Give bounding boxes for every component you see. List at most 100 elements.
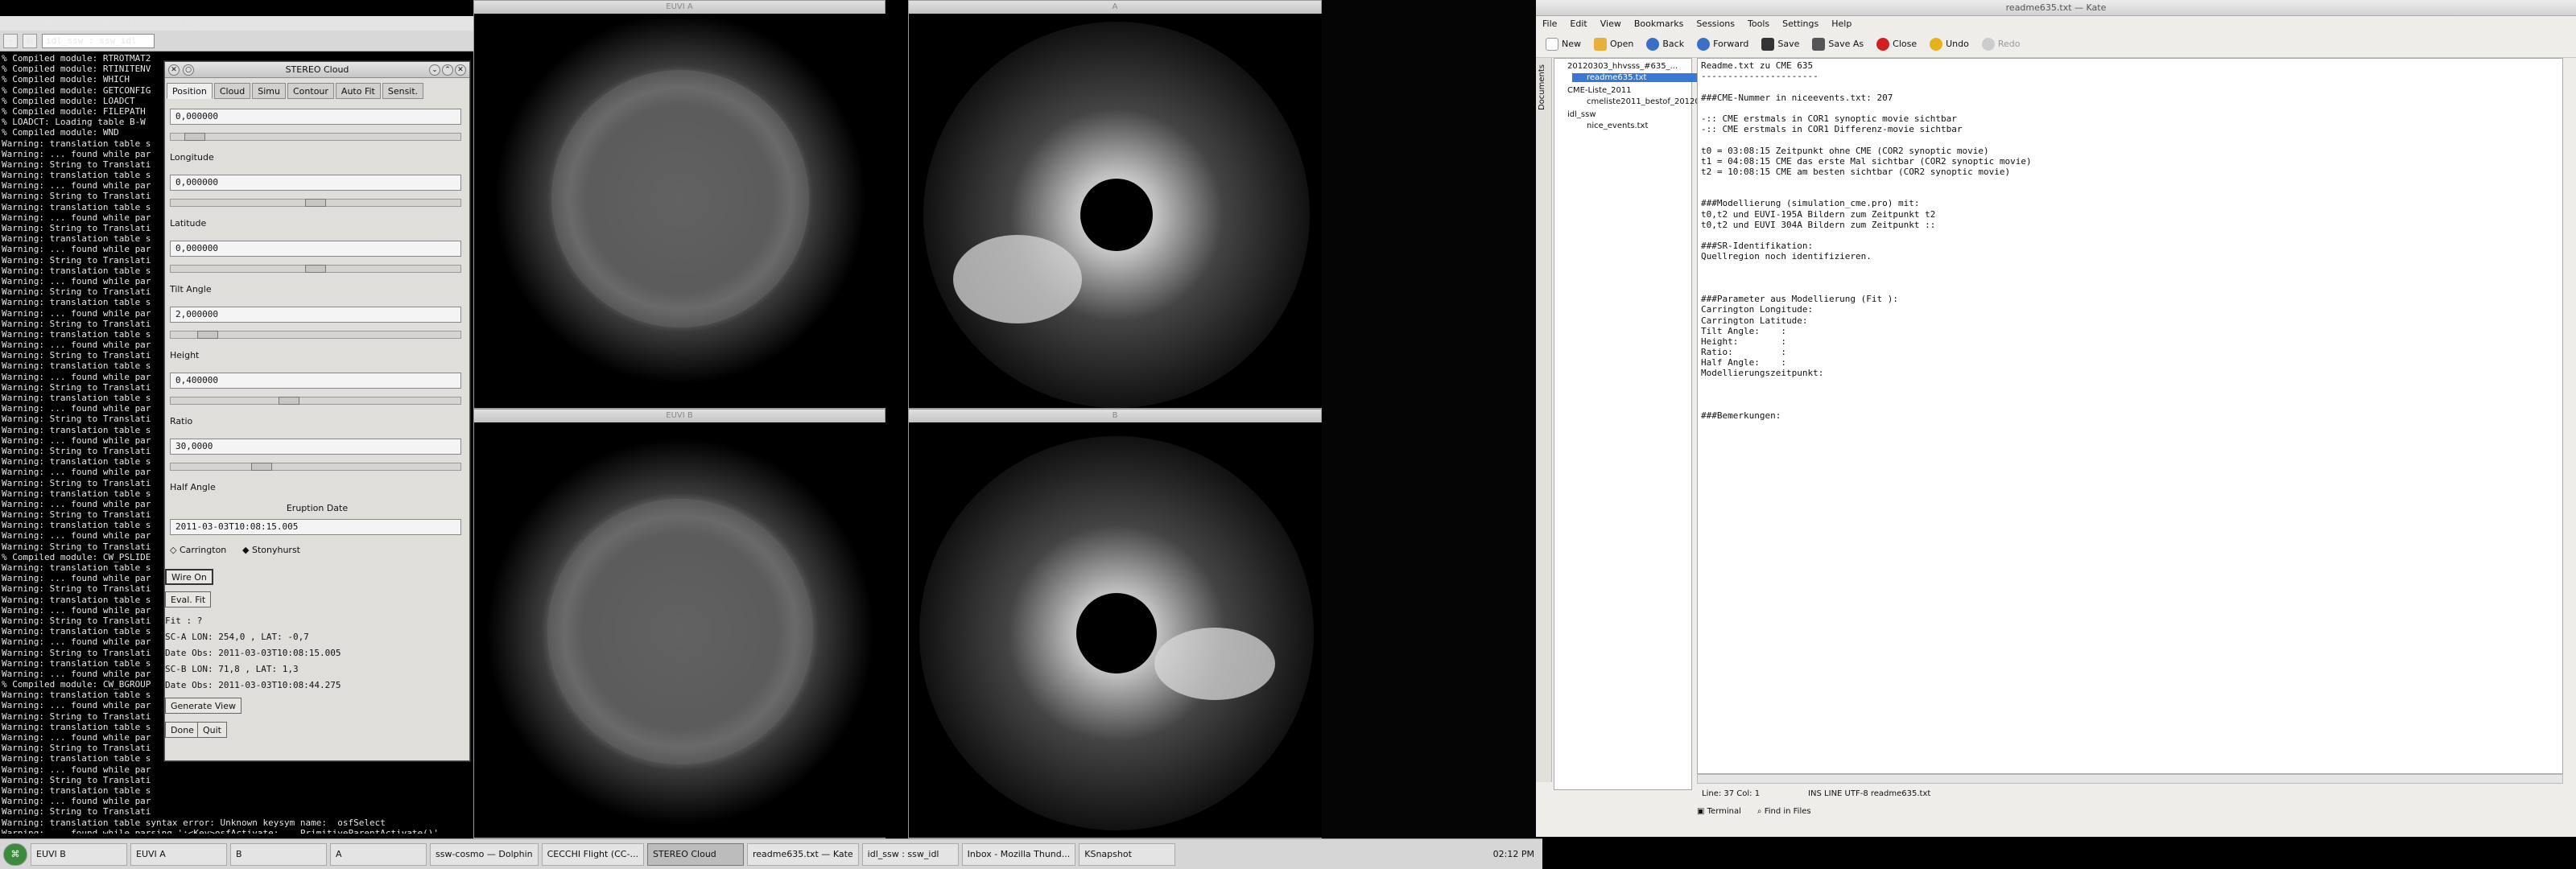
eruption-date-field[interactable]: 2011-03-03T10:08:15.005	[170, 519, 461, 535]
done-button[interactable]: Done	[165, 722, 200, 738]
redo-button-label: Redo	[1997, 39, 2021, 49]
longitude-field[interactable]: 0,000000	[170, 109, 461, 125]
task-stereo-cloud[interactable]: STEREO Cloud	[646, 842, 744, 866]
latitude-slider[interactable]	[170, 199, 461, 207]
tree-folder-item[interactable]: idl_ssw	[1567, 110, 1596, 119]
menu-settings[interactable]: Settings	[162, 18, 204, 28]
forward-button[interactable]: Forward	[1694, 37, 1752, 51]
menu-settings[interactable]: Settings	[1782, 19, 1818, 29]
minimize-icon[interactable]: ⌄	[429, 64, 440, 76]
clock[interactable]: 02:12 PM	[1493, 849, 1534, 859]
menu-view[interactable]: View	[1600, 19, 1621, 29]
slider-thumb[interactable]	[305, 265, 326, 273]
wire-on-button[interactable]: Wire On	[165, 569, 213, 585]
radio-carrington[interactable]: ◇ Carrington	[170, 545, 226, 555]
menu-file[interactable]: File	[5, 18, 27, 28]
ratio-slider[interactable]	[170, 397, 461, 405]
slider-thumb[interactable]	[279, 397, 299, 405]
slider-thumb[interactable]	[251, 463, 272, 471]
euvi-b-titlebar: EUVI B	[474, 410, 885, 422]
half-angle-label: Half Angle	[170, 482, 216, 492]
text-editor[interactable]: Readme.txt zu CME 635 -------------------…	[1697, 58, 2563, 774]
radio-stonyhurst[interactable]: ◆ Stonyhurst	[242, 545, 300, 555]
open-button[interactable]: Open	[1591, 37, 1637, 51]
menu-tools[interactable]: Tools	[1748, 19, 1769, 29]
terminal-tool-tab[interactable]: ▣ Terminal	[1697, 807, 1741, 816]
new-button[interactable]: New	[1542, 37, 1584, 51]
terminal-tab-title[interactable]: idl_ssw : ssw_idl	[42, 33, 155, 48]
documents-tab[interactable]: Documents	[1538, 64, 1546, 110]
euvi-a-image[interactable]	[474, 14, 886, 408]
longitude-slider[interactable]	[170, 133, 461, 141]
horizontal-scrollbar[interactable]	[1697, 774, 2563, 784]
task-a[interactable]: A	[330, 842, 427, 866]
menu-help[interactable]: Help	[216, 18, 237, 28]
ratio-field[interactable]: 0,400000	[170, 373, 461, 389]
slider-thumb[interactable]	[184, 133, 205, 141]
close-button[interactable]: Close	[1873, 37, 1920, 51]
maximize-icon[interactable]: ⌃	[442, 64, 453, 76]
height-field[interactable]: 2,000000	[170, 307, 461, 323]
task-euvi-b[interactable]: EUVI B	[31, 842, 127, 866]
tab-icon[interactable]: ▤	[23, 33, 37, 48]
tree-folder-item[interactable]: CME-Liste_2011	[1567, 86, 1632, 95]
task-euvi-a[interactable]: EUVI A	[130, 842, 227, 866]
half-angle-field[interactable]: 30,0000	[170, 439, 461, 455]
menu-bookmarks[interactable]: Bookmarks	[103, 18, 151, 28]
window-menu-icon[interactable]: ✕	[168, 64, 180, 76]
task-ksnapshot[interactable]: KSnapshot	[1079, 842, 1176, 866]
tree-folder-item[interactable]: 20120303_hhvsss_#635_...	[1567, 62, 1678, 71]
redo-button[interactable]: Redo	[1979, 37, 2024, 51]
generate-view-button[interactable]: Generate View	[165, 698, 242, 714]
tilt-angle-field[interactable]: 0,000000	[170, 241, 461, 257]
forward-button-label: Forward	[1713, 39, 1749, 49]
start-menu-icon[interactable]: ⌘	[3, 842, 27, 866]
task-b[interactable]: B	[230, 842, 327, 866]
cor2-b-image[interactable]	[909, 422, 1323, 838]
task-terminal[interactable]: idl_ssw : ssw_idl	[861, 842, 959, 866]
close-icon[interactable]: ✕	[455, 64, 466, 76]
editor-line: Carrington Latitude:	[1701, 315, 1808, 326]
tab-contour[interactable]: Contour	[287, 83, 334, 99]
slider-thumb[interactable]	[305, 199, 326, 207]
half-angle-slider[interactable]	[170, 463, 461, 471]
tree-file-item[interactable]: nice_events.txt	[1587, 121, 1648, 130]
save-as-button[interactable]: Save As	[1809, 37, 1867, 51]
find-in-files-tab[interactable]: ⌕ Find in Files	[1757, 807, 1811, 816]
save-button[interactable]: Save	[1758, 37, 1802, 51]
undo-icon	[1930, 37, 1943, 51]
kate-titlebar: readme635.txt — Kate	[1536, 0, 2576, 16]
latitude-field[interactable]: 0,000000	[170, 175, 461, 191]
menu-view[interactable]: View	[70, 18, 92, 28]
tab-sensit[interactable]: Sensit.	[382, 83, 424, 99]
kate-window: readme635.txt — Kate File Edit View Book…	[1536, 0, 2576, 837]
pin-icon[interactable]: ○	[183, 64, 194, 76]
task-dolphin[interactable]: ssw-cosmo — Dolphin	[430, 842, 539, 866]
menu-sessions[interactable]: Sessions	[1696, 19, 1735, 29]
undo-button[interactable]: Undo	[1926, 37, 1972, 51]
task-thunderbird[interactable]: Inbox - Mozilla Thund...	[961, 842, 1076, 866]
tab-auto-fit[interactable]: Auto Fit	[335, 83, 381, 99]
radio-carrington-label: Carrington	[179, 545, 227, 555]
slider-thumb[interactable]	[197, 331, 218, 339]
tab-position[interactable]: Position	[167, 83, 213, 99]
new-tab-icon[interactable]: +	[3, 33, 18, 48]
menu-help[interactable]: Help	[1831, 19, 1852, 29]
task-secchi[interactable]: CECCHI Flight (CC-...	[541, 842, 644, 866]
quit-button[interactable]: Quit	[197, 722, 227, 738]
euvi-b-image[interactable]	[474, 422, 886, 838]
tilt-angle-slider[interactable]	[170, 265, 461, 273]
menu-edit[interactable]: Edit	[38, 18, 60, 28]
desktop-background	[1322, 0, 1536, 838]
eval-fit-button[interactable]: Eval. Fit	[165, 591, 212, 607]
occulter-disk	[1080, 179, 1153, 251]
menu-bookmarks[interactable]: Bookmarks	[1634, 19, 1683, 29]
cor2-a-image[interactable]	[909, 14, 1323, 408]
height-slider[interactable]	[170, 331, 461, 339]
back-button[interactable]: Back	[1643, 37, 1687, 51]
menu-edit[interactable]: Edit	[1570, 19, 1587, 29]
tab-cloud[interactable]: Cloud	[213, 83, 251, 99]
menu-file[interactable]: File	[1542, 19, 1557, 29]
task-kate[interactable]: readme635.txt — Kate	[746, 842, 859, 866]
tab-simu[interactable]: Simu	[252, 83, 286, 99]
